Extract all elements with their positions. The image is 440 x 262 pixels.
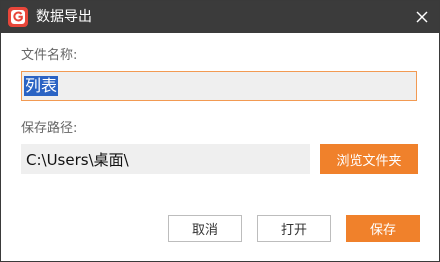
export-dialog: 数据导出 文件名称: 列表 保存路径: C:\Users\桌面\ 浏览文件夹 取… <box>0 0 440 262</box>
window-title: 数据导出 <box>36 9 92 25</box>
save-path-field: C:\Users\桌面\ <box>21 144 310 174</box>
file-name-label: 文件名称: <box>21 48 78 63</box>
open-button[interactable]: 打开 <box>257 215 331 242</box>
cancel-button[interactable]: 取消 <box>168 215 242 242</box>
save-path-value: C:\Users\桌面\ <box>26 150 129 169</box>
file-name-input[interactable]: 列表 <box>21 71 417 101</box>
save-button[interactable]: 保存 <box>346 215 420 242</box>
title-bar: 数据导出 <box>1 1 439 33</box>
close-button[interactable] <box>411 6 433 28</box>
browse-folder-button[interactable]: 浏览文件夹 <box>320 144 418 174</box>
file-name-value: 列表 <box>24 76 59 96</box>
app-logo-icon <box>8 7 28 27</box>
close-icon <box>416 8 428 27</box>
save-path-label: 保存路径: <box>21 121 78 136</box>
